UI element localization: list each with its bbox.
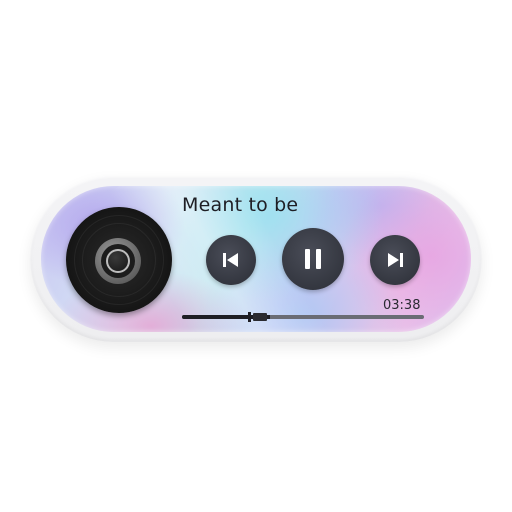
disc-spindle (106, 249, 130, 273)
next-button[interactable] (370, 235, 420, 285)
elapsed-time: 03:38 (383, 298, 421, 313)
previous-button[interactable] (206, 235, 256, 285)
skip-next-icon (388, 253, 403, 267)
skip-previous-icon (223, 253, 238, 267)
music-player-widget: Meant to be 03:38 (0, 0, 512, 512)
pause-button[interactable] (282, 228, 344, 290)
pause-icon (305, 249, 321, 269)
progress-thumb[interactable] (246, 310, 272, 324)
track-title: Meant to be (182, 194, 299, 216)
